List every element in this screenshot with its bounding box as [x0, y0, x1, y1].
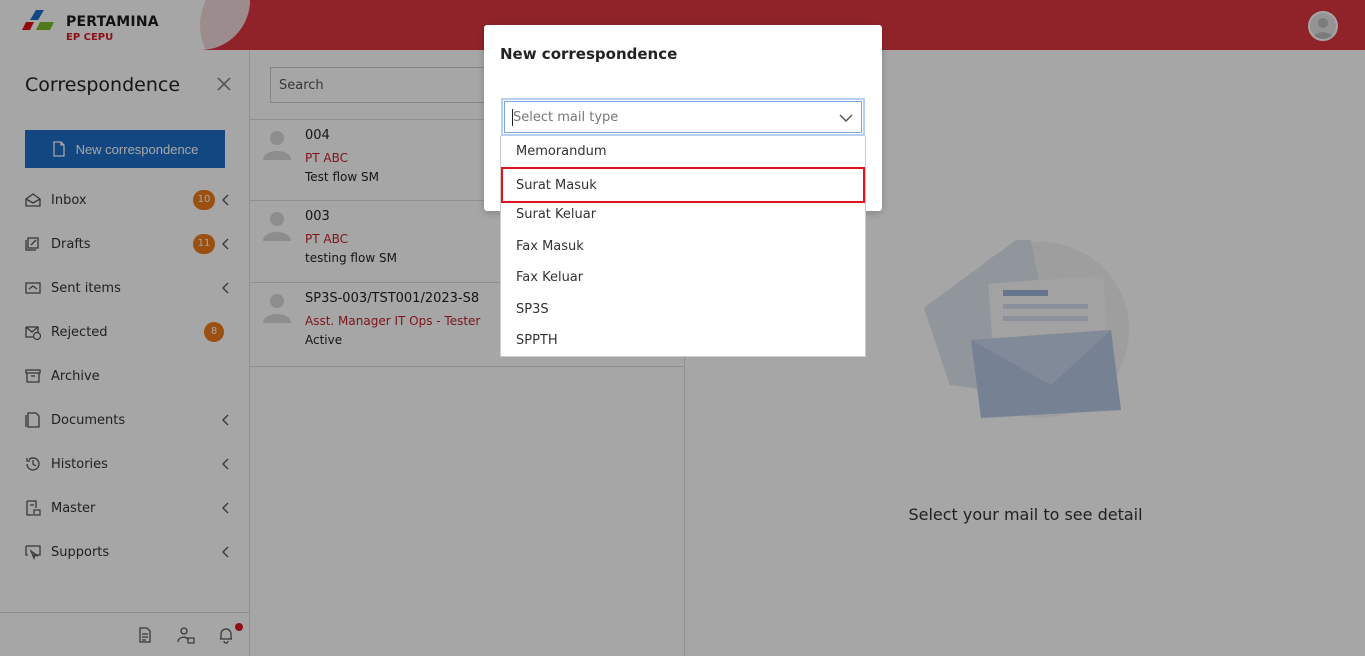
option-fax-keluar[interactable]: Fax Keluar: [501, 262, 865, 293]
option-fax-masuk[interactable]: Fax Masuk: [501, 231, 865, 262]
modal-title: New correspondence: [500, 45, 678, 63]
option-surat-keluar[interactable]: Surat Keluar: [501, 199, 865, 230]
option-sppth[interactable]: SPPTH: [501, 325, 865, 356]
option-surat-masuk[interactable]: Surat Masuk: [501, 167, 865, 203]
mail-type-dropdown: Memorandum Surat Masuk Surat Keluar Fax …: [500, 136, 866, 357]
chevron-down-icon[interactable]: [839, 111, 853, 125]
option-memorandum[interactable]: Memorandum: [501, 136, 865, 167]
option-sp3s[interactable]: SP3S: [501, 294, 865, 325]
select-placeholder: Select mail type: [513, 110, 619, 125]
mail-type-select[interactable]: Select mail type: [501, 98, 865, 136]
